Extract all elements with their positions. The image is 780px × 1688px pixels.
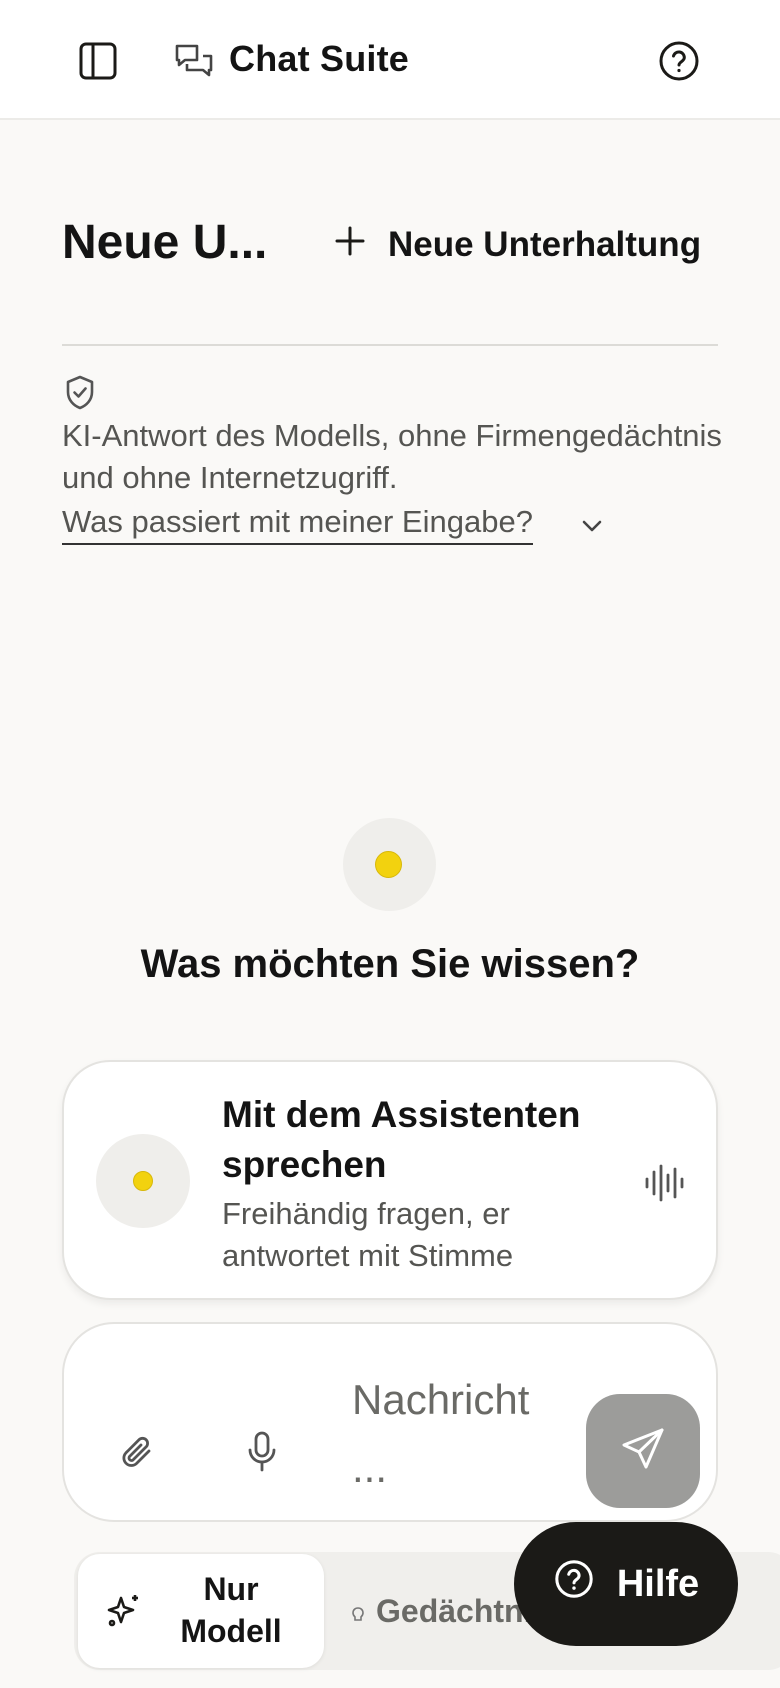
assistant-orb-small	[96, 1134, 190, 1228]
mode-model-only[interactable]: Nur Modell	[78, 1554, 324, 1668]
model-notice-text: KI-Antwort des Modells, ohne Firmengedäc…	[62, 418, 722, 495]
help-button-label: Hilfe	[616, 1562, 700, 1605]
empty-state-question: Was möchten Sie wissen?	[140, 942, 640, 986]
sidebar-toggle-icon[interactable]	[76, 39, 120, 83]
chevron-down-icon[interactable]	[576, 512, 608, 540]
voice-assistant-title: Mit dem Assistenten sprechen	[222, 1094, 581, 1185]
help-circle-icon	[553, 1558, 595, 1610]
plus-icon	[334, 225, 366, 266]
message-composer: Nachricht ...	[62, 1322, 718, 1522]
shield-check-icon	[62, 374, 98, 412]
voice-assistant-subtitle: Freihändig fragen, er antwortet mit Stim…	[222, 1196, 514, 1273]
top-bar: Chat Suite	[0, 0, 780, 120]
message-input[interactable]: Nachricht ...	[352, 1366, 552, 1502]
conversation-title: Neue U...	[62, 216, 268, 269]
new-conversation-label: Neue Unterhaltung	[388, 225, 702, 264]
input-info-link[interactable]: Was passiert mit meiner Eingabe?	[62, 504, 533, 545]
divider	[62, 344, 718, 346]
app-title: Chat Suite	[229, 38, 410, 79]
audio-waveform-icon	[642, 1160, 688, 1206]
paperclip-icon[interactable]	[114, 1430, 158, 1474]
mode-model-only-label: Nur Modell	[180, 1571, 282, 1649]
voice-assistant-card[interactable]: Mit dem Assistenten sprechen Freihändig …	[62, 1060, 718, 1300]
new-conversation-button[interactable]: Neue Unterhaltung	[334, 220, 701, 270]
sparkle-icon	[106, 1592, 142, 1628]
chat-bubbles-icon	[172, 40, 214, 82]
send-button[interactable]	[586, 1394, 700, 1508]
microphone-icon[interactable]	[240, 1430, 284, 1474]
help-button[interactable]: Hilfe	[514, 1522, 738, 1646]
assistant-orb	[343, 818, 436, 911]
send-icon	[620, 1426, 666, 1477]
memory-icon	[350, 1593, 366, 1630]
help-circle-icon[interactable]	[656, 38, 702, 84]
